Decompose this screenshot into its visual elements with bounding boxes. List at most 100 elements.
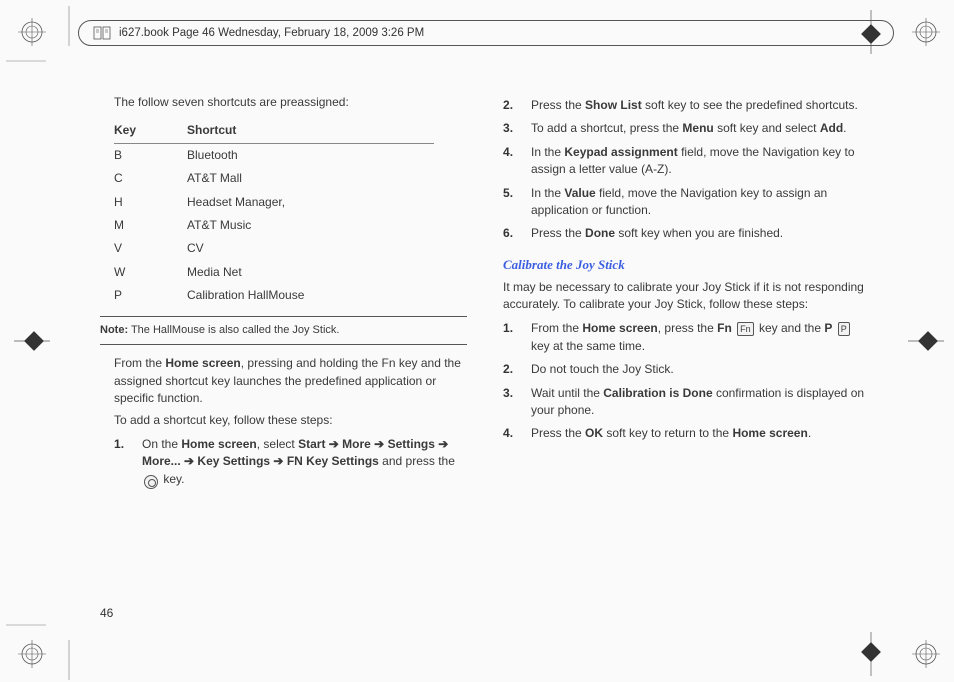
arrow-icon: ➔ xyxy=(270,454,287,468)
th-key: Key xyxy=(114,119,187,143)
cell-shortcut: CV xyxy=(187,237,434,260)
t: soft key to see the predefined shortcuts… xyxy=(642,98,858,112)
table-row: WMedia Net xyxy=(114,261,434,284)
t-bold: Keypad assignment xyxy=(564,145,677,159)
arrow-icon: ➔ xyxy=(181,454,198,468)
cell-shortcut: Headset Manager, xyxy=(187,191,434,214)
page-content: The follow seven shortcuts are preassign… xyxy=(100,90,870,491)
para-fn-explain: From the Home screen, pressing and holdi… xyxy=(114,355,467,407)
cell-key: H xyxy=(114,191,187,214)
t-bold: More xyxy=(342,437,371,451)
section-title-calibrate: Calibrate the Joy Stick xyxy=(503,256,870,275)
t-bold: Show List xyxy=(585,98,642,112)
steps-left: On the Home screen, select Start ➔ More … xyxy=(114,433,467,491)
reg-mark-top-right xyxy=(912,18,940,46)
t-bold: FN Key Settings xyxy=(287,454,379,468)
page-header-band: i627.book Page 46 Wednesday, February 18… xyxy=(78,20,894,46)
table-row: HHeadset Manager, xyxy=(114,191,434,214)
t-bold: More... xyxy=(142,454,181,468)
right-column: Press the Show List soft key to see the … xyxy=(503,90,870,491)
cell-key: B xyxy=(114,143,187,167)
t-bold: Settings xyxy=(388,437,435,451)
page-number: 46 xyxy=(100,606,113,620)
t: , select xyxy=(257,437,298,451)
step-item: Press the Done soft key when you are fin… xyxy=(503,222,870,245)
t xyxy=(732,321,735,335)
t: To add a shortcut, press the xyxy=(531,121,682,135)
reg-mark-top-left xyxy=(18,18,46,46)
cell-key: C xyxy=(114,167,187,190)
crop-tick xyxy=(6,618,46,632)
step-item: To add a shortcut, press the Menu soft k… xyxy=(503,117,870,140)
step-item: In the Keypad assignment field, move the… xyxy=(503,141,870,182)
left-column: The follow seven shortcuts are preassign… xyxy=(100,90,467,491)
step-item: From the Home screen, press the Fn Fn ke… xyxy=(503,317,870,358)
cell-key: W xyxy=(114,261,187,284)
t-bold: Fn xyxy=(717,321,732,335)
t-bold: Value xyxy=(564,186,595,200)
cell-shortcut: Media Net xyxy=(187,261,434,284)
steps-calibrate: From the Home screen, press the Fn Fn ke… xyxy=(503,317,870,445)
t: In the xyxy=(531,145,564,159)
t-bold: Calibration is Done xyxy=(603,386,712,400)
t xyxy=(832,321,835,335)
t-bold: Menu xyxy=(682,121,713,135)
note-text: The HallMouse is also called the Joy Sti… xyxy=(128,324,339,336)
t: In the xyxy=(531,186,564,200)
cell-key: P xyxy=(114,284,187,307)
step-item: Do not touch the Joy Stick. xyxy=(503,358,870,381)
t: Wait until the xyxy=(531,386,603,400)
table-header-row: Key Shortcut xyxy=(114,119,434,143)
t-bold: Home screen xyxy=(582,321,657,335)
reg-mark-bottom-right xyxy=(912,640,940,668)
t-bold: Home screen xyxy=(732,426,807,440)
t: soft key to return to the xyxy=(603,426,732,440)
t: From the xyxy=(531,321,582,335)
nav-key-icon xyxy=(144,475,158,489)
t: key at the same time. xyxy=(531,339,645,353)
shortcuts-table: Key Shortcut BBluetooth CAT&T Mall HHead… xyxy=(114,119,434,307)
p-key-icon: P xyxy=(838,322,850,336)
t-bold: Home screen xyxy=(165,356,240,370)
cell-shortcut: Calibration HallMouse xyxy=(187,284,434,307)
crop-tick xyxy=(62,640,76,680)
arrow-icon: ➔ xyxy=(435,437,448,451)
book-icon xyxy=(93,26,111,40)
table-row: BBluetooth xyxy=(114,143,434,167)
step-item: Press the OK soft key to return to the H… xyxy=(503,422,870,445)
t: . xyxy=(843,121,846,135)
cell-shortcut: Bluetooth xyxy=(187,143,434,167)
fn-key-icon: Fn xyxy=(737,322,754,336)
cell-shortcut: AT&T Music xyxy=(187,214,434,237)
para-add-shortcut: To add a shortcut key, follow these step… xyxy=(114,412,467,429)
step-item: In the Value field, move the Navigation … xyxy=(503,182,870,223)
reg-mark-bottom-mid xyxy=(856,632,886,676)
t-bold: Home screen xyxy=(181,437,256,451)
t: On the xyxy=(142,437,181,451)
t: soft key and select xyxy=(714,121,820,135)
t: key and the xyxy=(756,321,825,335)
table-row: CAT&T Mall xyxy=(114,167,434,190)
arrow-icon: ➔ xyxy=(371,437,388,451)
t: and press the xyxy=(379,454,455,468)
reg-mark-bottom-left xyxy=(18,640,46,668)
note-block: Note: The HallMouse is also called the J… xyxy=(100,316,467,346)
intro-text: The follow seven shortcuts are preassign… xyxy=(114,94,467,111)
step-item: Press the Show List soft key to see the … xyxy=(503,94,870,117)
t: Press the xyxy=(531,426,585,440)
cell-key: M xyxy=(114,214,187,237)
calibrate-intro: It may be necessary to calibrate your Jo… xyxy=(503,279,870,314)
t: key. xyxy=(160,472,184,486)
crop-tick xyxy=(62,6,76,46)
table-row: PCalibration HallMouse xyxy=(114,284,434,307)
arrow-icon: ➔ xyxy=(325,437,342,451)
reg-mark-mid-left xyxy=(14,326,50,356)
table-row: MAT&T Music xyxy=(114,214,434,237)
steps-right: Press the Show List soft key to see the … xyxy=(503,94,870,246)
t-bold: Add xyxy=(820,121,843,135)
t: , press the xyxy=(658,321,717,335)
t: soft key when you are finished. xyxy=(615,226,783,240)
th-shortcut: Shortcut xyxy=(187,119,434,143)
t-bold: Done xyxy=(585,226,615,240)
t-bold: Key Settings xyxy=(197,454,270,468)
